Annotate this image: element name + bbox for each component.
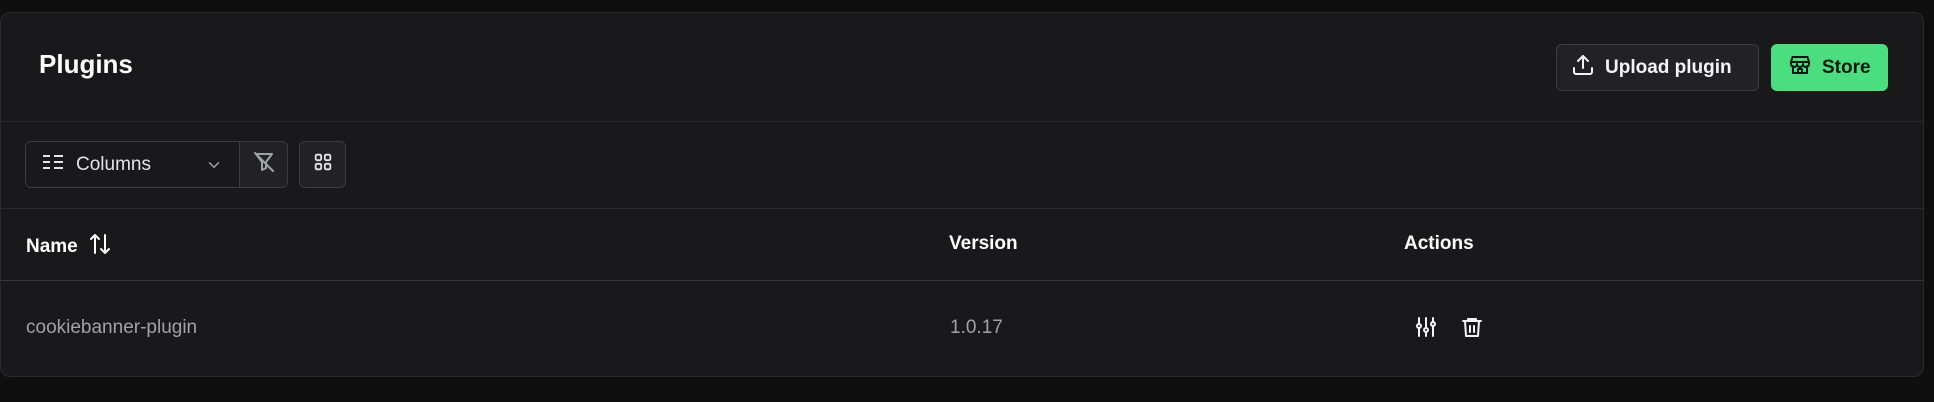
upload-icon — [1571, 53, 1595, 83]
upload-plugin-label: Upload plugin — [1605, 56, 1732, 78]
trash-icon[interactable] — [1459, 314, 1485, 340]
filter-off-icon — [252, 150, 276, 179]
columns-dropdown[interactable]: Columns — [26, 142, 241, 187]
sort-icon[interactable] — [88, 233, 112, 261]
store-button[interactable]: Store — [1771, 44, 1888, 91]
row-actions — [1413, 314, 1485, 340]
card-header: Plugins Upload plugin Store — [1, 13, 1923, 122]
sliders-icon[interactable] — [1413, 314, 1439, 340]
clear-filter-button[interactable] — [240, 142, 287, 187]
columns-label: Columns — [76, 153, 151, 175]
columns-list-icon — [42, 153, 64, 176]
plugins-card: Plugins Upload plugin Store Columns Name… — [0, 12, 1924, 377]
upload-plugin-button[interactable]: Upload plugin — [1556, 44, 1759, 91]
store-label: Store — [1822, 56, 1871, 78]
page-title: Plugins — [39, 49, 133, 79]
grid-icon — [312, 151, 334, 178]
plugin-name: cookiebanner-plugin — [26, 317, 198, 338]
store-icon — [1788, 53, 1812, 83]
table-row: cookiebanner-plugin 1.0.17 — [1, 281, 1923, 376]
chevron-down-icon — [205, 156, 223, 179]
table-header: Name Version Actions — [1, 209, 1923, 281]
grid-view-button[interactable] — [299, 141, 346, 188]
plugin-version: 1.0.17 — [950, 317, 1003, 338]
column-header-version: Version — [949, 233, 1018, 254]
column-header-name[interactable]: Name — [26, 233, 112, 261]
table-toolbar: Columns — [1, 122, 1923, 209]
columns-control: Columns — [25, 141, 288, 188]
column-header-actions: Actions — [1404, 233, 1474, 254]
column-name-label: Name — [26, 236, 78, 257]
